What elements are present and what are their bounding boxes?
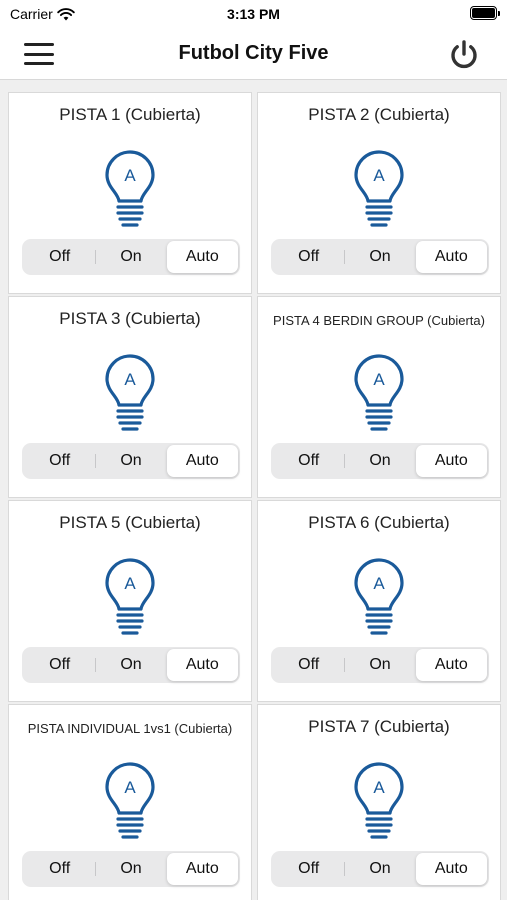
court-card: PISTA 6 (Cubierta) A Off On Auto — [257, 500, 501, 702]
court-card: PISTA 4 BERDIN GROUP (Cubierta) A Off On A… — [257, 296, 501, 498]
lightbulb-icon: A — [354, 354, 404, 431]
lightbulb-icon: A — [105, 354, 155, 431]
court-card: PISTA 1 (Cubierta) A Off On Auto — [8, 92, 252, 294]
lightbulb-icon: A — [105, 150, 155, 227]
segment-auto[interactable]: Auto — [415, 445, 487, 477]
court-card: PISTA 7 (Cubierta) A Off On Auto — [257, 704, 501, 900]
status-time: 3:13 PM — [227, 6, 280, 22]
court-title: PISTA 7 (Cubierta) — [308, 717, 450, 736]
bulb-mode-letter: A — [373, 166, 385, 185]
lightbulb-icon: A — [354, 762, 404, 839]
lightbulb-icon: A — [354, 558, 404, 635]
segment-on[interactable]: On — [95, 445, 166, 477]
segment-off[interactable]: Off — [24, 445, 95, 477]
bulb-mode-letter: A — [124, 370, 136, 389]
bulb-mode-letter: A — [124, 574, 136, 593]
navigation-bar: Futbol City Five — [0, 28, 507, 80]
court-card: PISTA INDIVIDUAL 1vs1 (Cubierta) A Off On… — [8, 704, 252, 900]
court-title: PISTA 5 (Cubierta) — [59, 513, 201, 532]
segment-auto[interactable]: Auto — [415, 241, 487, 273]
segment-off[interactable]: Off — [24, 649, 95, 681]
light-mode-segmented-control[interactable]: Off On Auto — [22, 443, 240, 479]
battery-icon — [470, 6, 500, 20]
bulb-mode-letter: A — [373, 574, 385, 593]
court-card: PISTA 5 (Cubierta) A Off On Auto — [8, 500, 252, 702]
segment-auto[interactable]: Auto — [166, 649, 238, 681]
lightbulb-icon: A — [105, 762, 155, 839]
court-grid: PISTA 1 (Cubierta) A Off On Auto PISTA 2 (… — [8, 92, 501, 900]
court-card: PISTA 3 (Cubierta) A Off On Auto — [8, 296, 252, 498]
segment-on[interactable]: On — [95, 853, 166, 885]
light-mode-segmented-control[interactable]: Off On Auto — [271, 239, 489, 275]
segment-on[interactable]: On — [344, 649, 415, 681]
light-mode-segmented-control[interactable]: Off On Auto — [271, 647, 489, 683]
power-icon[interactable] — [447, 38, 481, 72]
segment-auto[interactable]: Auto — [415, 649, 487, 681]
segment-off[interactable]: Off — [24, 853, 95, 885]
segment-auto[interactable]: Auto — [166, 241, 238, 273]
segment-off[interactable]: Off — [273, 241, 344, 273]
court-title: PISTA 3 (Cubierta) — [59, 309, 201, 328]
segment-off[interactable]: Off — [24, 241, 95, 273]
segment-on[interactable]: On — [95, 241, 166, 273]
segment-off[interactable]: Off — [273, 649, 344, 681]
light-mode-segmented-control[interactable]: Off On Auto — [22, 239, 240, 275]
segment-on[interactable]: On — [344, 445, 415, 477]
court-title: PISTA 6 (Cubierta) — [308, 513, 450, 532]
segment-off[interactable]: Off — [273, 445, 344, 477]
court-title: PISTA 1 (Cubierta) — [59, 105, 201, 124]
light-mode-segmented-control[interactable]: Off On Auto — [22, 647, 240, 683]
status-bar: Carrier 3:13 PM — [0, 0, 507, 28]
bulb-mode-letter: A — [373, 370, 385, 389]
segment-auto[interactable]: Auto — [166, 445, 238, 477]
segment-off[interactable]: Off — [273, 853, 344, 885]
bulb-mode-letter: A — [373, 778, 385, 797]
court-title: PISTA 4 BERDIN GROUP (Cubierta) — [273, 313, 485, 328]
lightbulb-icon: A — [105, 558, 155, 635]
segment-auto[interactable]: Auto — [166, 853, 238, 885]
light-mode-segmented-control[interactable]: Off On Auto — [271, 443, 489, 479]
bulb-mode-letter: A — [124, 166, 136, 185]
page-title: Futbol City Five — [178, 42, 329, 64]
light-mode-segmented-control[interactable]: Off On Auto — [271, 851, 489, 887]
segment-on[interactable]: On — [344, 241, 415, 273]
court-title: PISTA 2 (Cubierta) — [308, 105, 450, 124]
segment-on[interactable]: On — [344, 853, 415, 885]
segment-auto[interactable]: Auto — [415, 853, 487, 885]
bulb-mode-letter: A — [124, 778, 136, 797]
lightbulb-icon: A — [354, 150, 404, 227]
court-title: PISTA INDIVIDUAL 1vs1 (Cubierta) — [27, 721, 233, 736]
court-card: PISTA 2 (Cubierta) A Off On Auto — [257, 92, 501, 294]
light-mode-segmented-control[interactable]: Off On Auto — [22, 851, 240, 887]
segment-on[interactable]: On — [95, 649, 166, 681]
